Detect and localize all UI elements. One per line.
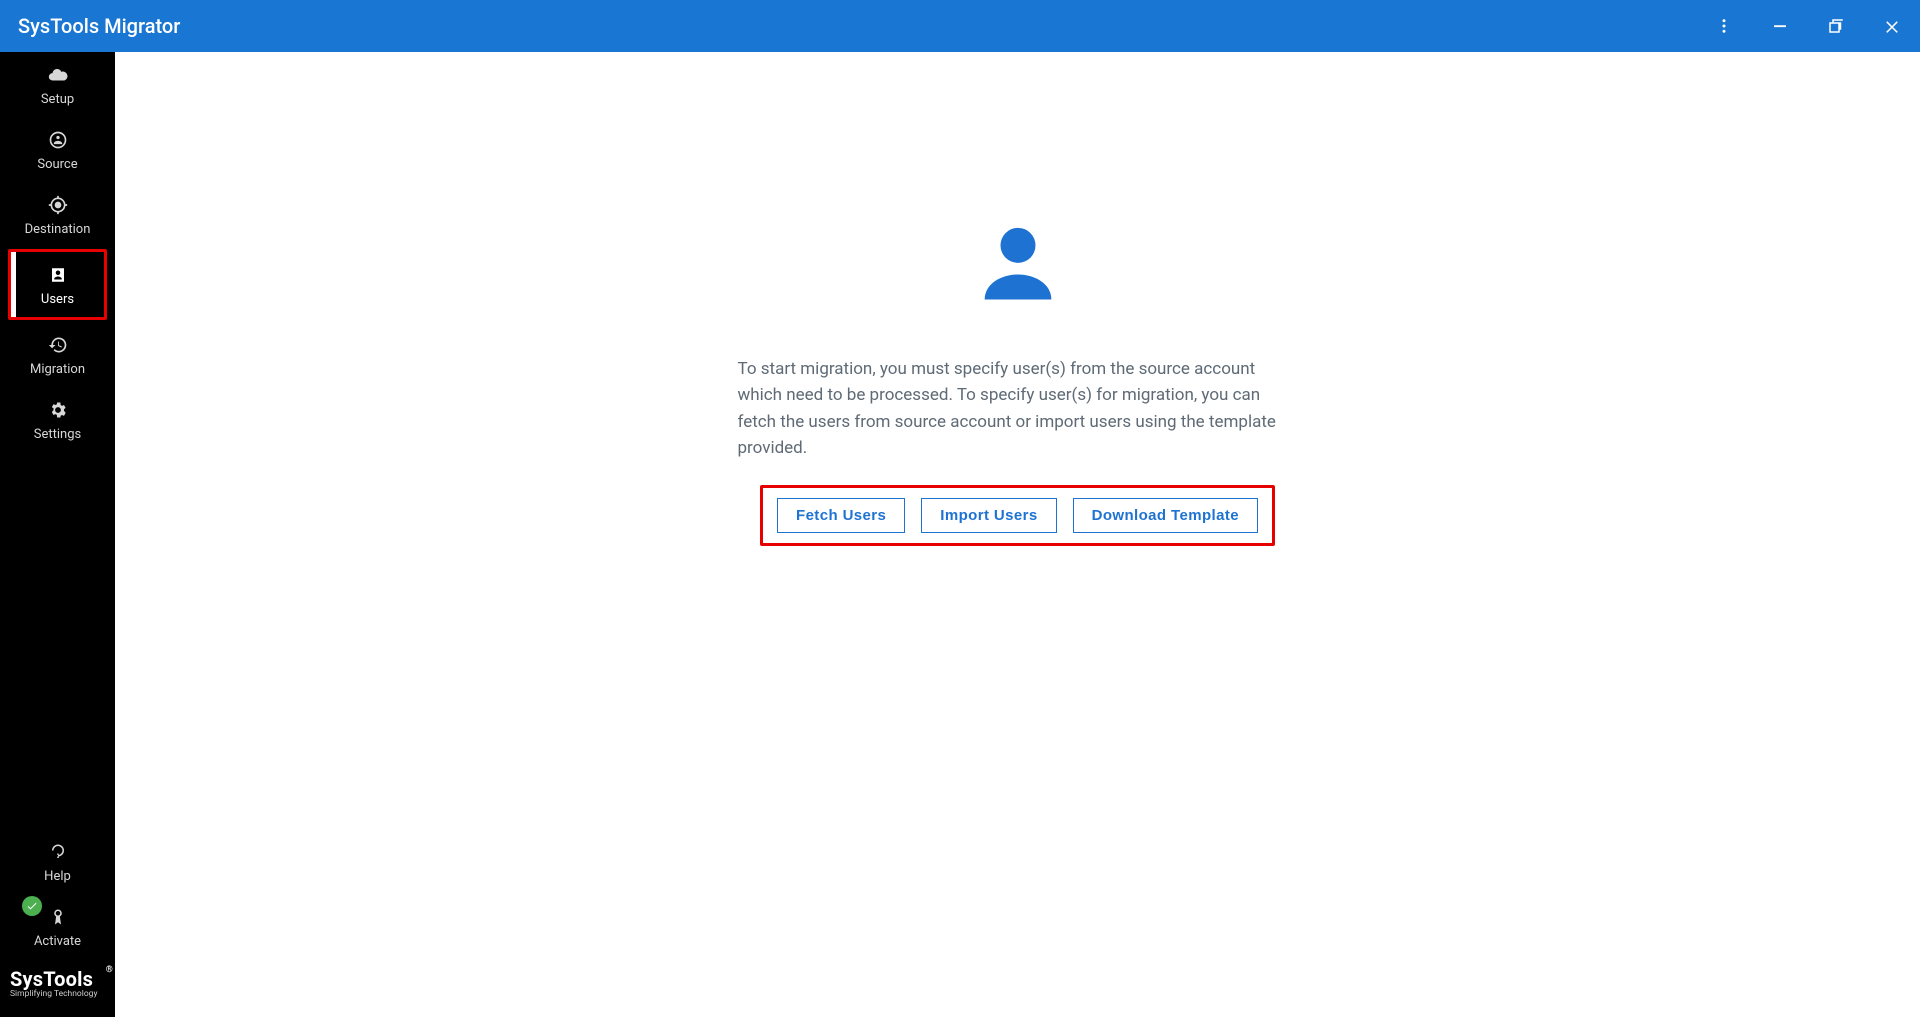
window-controls — [1714, 16, 1902, 36]
target-icon — [47, 194, 69, 216]
sidebar-logo: SysTools® Simplifying Technology — [0, 959, 115, 1009]
sidebar-item-source[interactable]: Source — [0, 117, 115, 182]
brand-name: SysTools® — [10, 967, 105, 991]
minimize-icon[interactable] — [1770, 16, 1790, 36]
sidebar-item-settings[interactable]: Settings — [0, 387, 115, 452]
action-button-row: Fetch Users Import Users Download Templa… — [760, 485, 1275, 546]
sidebar-item-label: Activate — [34, 934, 81, 949]
app-title: SysTools Migrator — [18, 14, 180, 38]
close-icon[interactable] — [1882, 16, 1902, 36]
main-content: To start migration, you must specify use… — [115, 52, 1920, 1017]
status-dot-icon — [22, 896, 42, 916]
sidebar-item-label: Migration — [30, 362, 85, 377]
sidebar-item-label: Destination — [25, 222, 91, 237]
sidebar: Setup Source Destination Us — [0, 52, 115, 1017]
sidebar-item-label: Setup — [41, 92, 74, 107]
sidebar-item-label: Help — [44, 869, 71, 884]
source-icon — [47, 129, 69, 151]
sidebar-item-label: Settings — [34, 427, 81, 442]
more-icon[interactable] — [1714, 16, 1734, 36]
maximize-icon[interactable] — [1826, 16, 1846, 36]
gear-icon — [47, 399, 69, 421]
import-users-button[interactable]: Import Users — [921, 498, 1056, 533]
sidebar-item-help[interactable]: Help — [0, 829, 115, 894]
user-card-icon — [47, 264, 69, 286]
titlebar: SysTools Migrator — [0, 0, 1920, 52]
user-illustration-icon — [968, 212, 1068, 316]
sidebar-item-destination[interactable]: Destination — [0, 182, 115, 247]
fetch-users-button[interactable]: Fetch Users — [777, 498, 905, 533]
instruction-text: To start migration, you must specify use… — [738, 356, 1298, 461]
registered-mark: ® — [106, 965, 113, 975]
help-icon — [47, 841, 69, 863]
sidebar-item-migration[interactable]: Migration — [0, 322, 115, 387]
award-icon — [47, 906, 69, 928]
sidebar-item-users[interactable]: Users — [11, 252, 104, 317]
history-icon — [47, 334, 69, 356]
sidebar-item-label: Source — [37, 157, 77, 172]
sidebar-item-label: Users — [41, 292, 74, 307]
download-template-button[interactable]: Download Template — [1073, 498, 1258, 533]
users-panel: To start migration, you must specify use… — [738, 212, 1298, 546]
sidebar-item-setup[interactable]: Setup — [0, 52, 115, 117]
cloud-icon — [47, 64, 69, 86]
sidebar-item-activate[interactable]: Activate — [0, 894, 115, 959]
